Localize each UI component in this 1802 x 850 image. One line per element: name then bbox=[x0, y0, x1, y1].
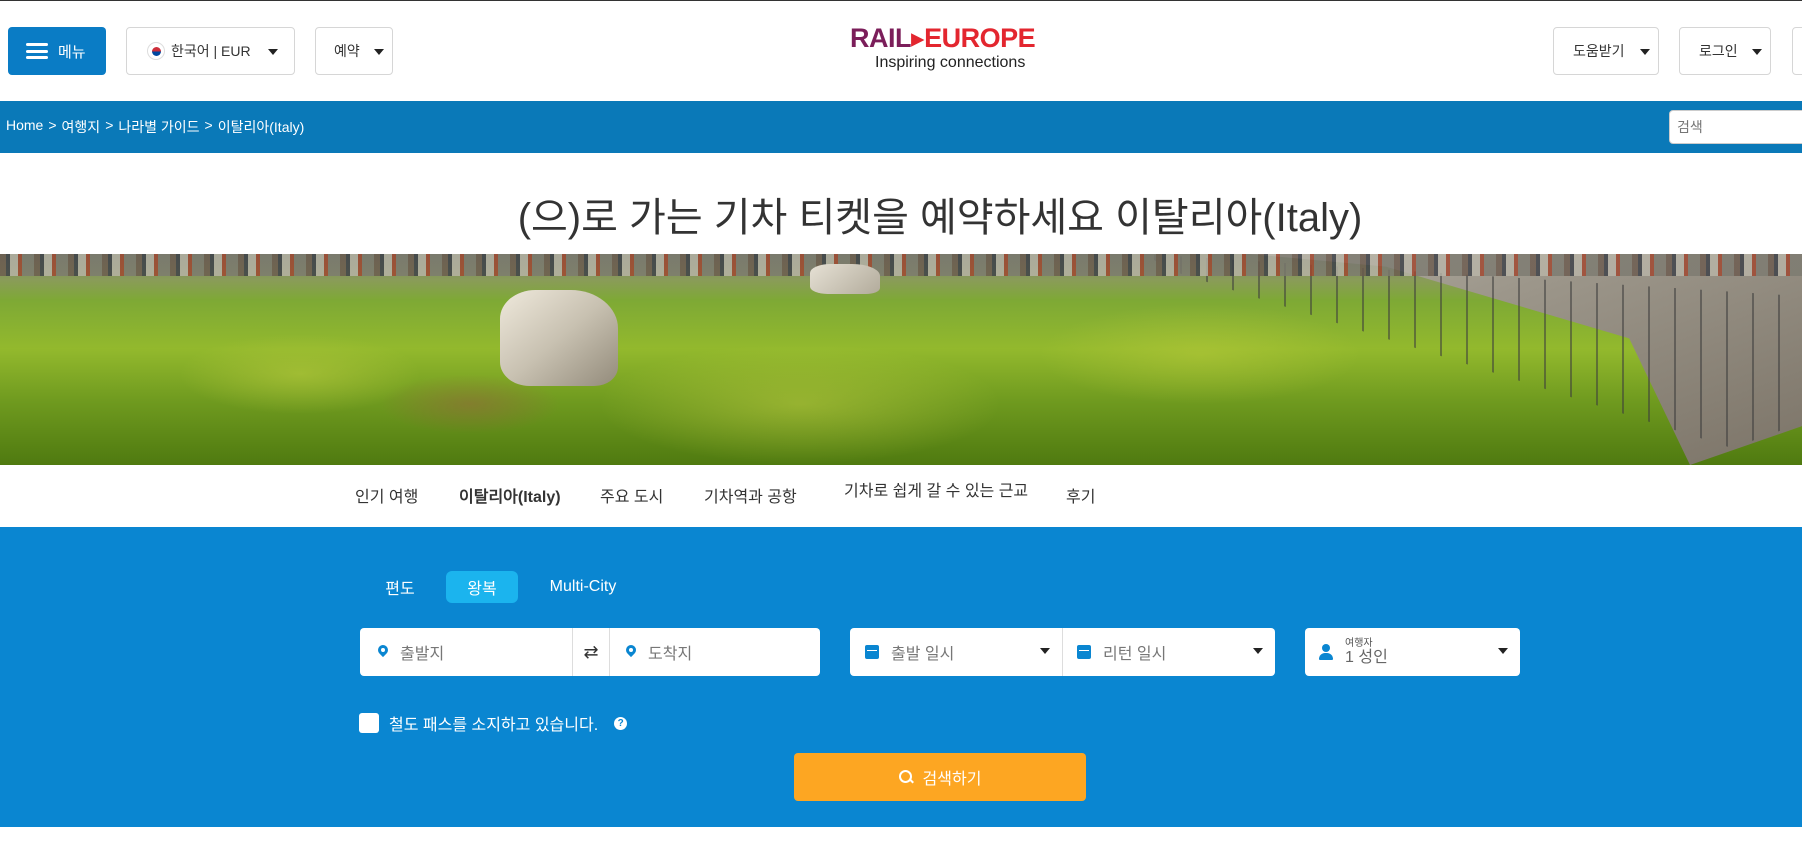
breadcrumb-separator: > bbox=[105, 117, 114, 133]
chevron-down-icon bbox=[1040, 648, 1050, 654]
tab-major-cities[interactable]: 주요 도시 bbox=[600, 483, 663, 507]
tab-popular-trips[interactable]: 인기 여행 bbox=[355, 483, 418, 507]
rail-pass-label: 철도 패스를 소지하고 있습니다. bbox=[389, 717, 599, 734]
origin-field[interactable]: 출발지 bbox=[360, 628, 572, 676]
breadcrumb: Home > 여행지 > 나라별 가이드 > 이탈리아(Italy) bbox=[6, 117, 304, 137]
help-dropdown[interactable]: 도움받기 bbox=[1553, 27, 1659, 75]
site-search-input[interactable] bbox=[1669, 110, 1802, 144]
menu-button[interactable]: 메뉴 bbox=[8, 27, 106, 75]
site-header: 메뉴 한국어 | EUR 예약 RAIL▸EUROPE Inspiring co… bbox=[0, 1, 1802, 101]
calendar-icon bbox=[1077, 645, 1091, 659]
breadcrumb-current: 이탈리아(Italy) bbox=[217, 119, 305, 135]
rail-pass-checkbox[interactable] bbox=[359, 713, 379, 733]
destination-field[interactable]: 도착지 bbox=[610, 628, 820, 676]
help-label: 도움받기 bbox=[1573, 43, 1625, 59]
passengers-value: 1 성인 bbox=[1345, 648, 1388, 666]
swap-arrows-icon: ⇄ bbox=[583, 641, 599, 662]
origin-placeholder: 출발지 bbox=[400, 646, 445, 663]
breadcrumb-separator: > bbox=[204, 117, 213, 133]
search-button-label: 검색하기 bbox=[922, 771, 982, 788]
language-label: 한국어 | EUR bbox=[171, 43, 251, 59]
booking-dropdown[interactable]: 예약 bbox=[315, 27, 393, 75]
breadcrumb-country-guide[interactable]: 나라별 가이드 bbox=[118, 117, 199, 137]
booking-label: 예약 bbox=[334, 43, 360, 59]
login-dropdown[interactable]: 로그인 bbox=[1679, 27, 1771, 75]
calendar-icon bbox=[865, 645, 879, 659]
return-date-field[interactable]: 리턴 일시 bbox=[1063, 628, 1275, 676]
breadcrumb-home[interactable]: Home bbox=[6, 117, 43, 137]
person-icon bbox=[1319, 644, 1333, 660]
swap-stations-button[interactable]: ⇄ bbox=[572, 628, 610, 676]
login-label: 로그인 bbox=[1699, 43, 1738, 59]
destination-placeholder: 도착지 bbox=[648, 646, 693, 663]
chevron-down-icon bbox=[1498, 648, 1508, 654]
chevron-down-icon bbox=[1752, 49, 1762, 55]
chevron-down-icon bbox=[1253, 648, 1263, 654]
logo-tagline: Inspiring connections bbox=[875, 54, 1026, 71]
search-panel: 편도 왕복 Multi-City 출발지 ⇄ 도착지 출발 일시 리턴 일시 여… bbox=[0, 527, 1802, 827]
departure-placeholder: 출발 일시 bbox=[891, 646, 955, 663]
hamburger-icon bbox=[26, 43, 48, 59]
tab-reviews[interactable]: 후기 bbox=[1066, 483, 1095, 507]
language-currency-dropdown[interactable]: 한국어 | EUR bbox=[126, 27, 295, 75]
korea-flag-icon bbox=[147, 42, 165, 60]
hero-image bbox=[0, 254, 1802, 465]
chevron-down-icon bbox=[268, 49, 278, 55]
breadcrumb-bar: Home > 여행지 > 나라별 가이드 > 이탈리아(Italy) bbox=[0, 101, 1802, 153]
trip-type-one-way[interactable]: 편도 bbox=[370, 571, 430, 603]
location-pin-icon bbox=[378, 645, 388, 659]
rail-europe-logo[interactable]: RAIL▸EUROPE Inspiring connections bbox=[850, 23, 1036, 79]
page-title: (으)로 가는 기차 티켓을 예약하세요 이탈리아(Italy) bbox=[517, 196, 1363, 240]
chevron-down-icon bbox=[1640, 49, 1650, 55]
departure-date-field[interactable]: 출발 일시 bbox=[850, 628, 1063, 676]
tab-stations-airports[interactable]: 기차역과 공항 bbox=[704, 483, 797, 507]
section-tabs: 인기 여행 이탈리아(Italy) 주요 도시 기차역과 공항 기차로 쉽게 갈… bbox=[0, 465, 1802, 527]
location-pin-icon bbox=[626, 645, 636, 659]
trip-type-multi-city[interactable]: Multi-City bbox=[538, 571, 628, 603]
trip-type-round-trip[interactable]: 왕복 bbox=[446, 571, 518, 603]
passengers-label: 여행자 bbox=[1345, 637, 1373, 649]
breadcrumb-destinations[interactable]: 여행지 bbox=[62, 117, 101, 137]
logo-wordmark: RAIL▸EUROPE bbox=[850, 23, 1036, 53]
help-icon[interactable]: ? bbox=[614, 716, 628, 730]
tab-day-trips[interactable]: 기차로 쉽게 갈 수 있는 근교 bbox=[844, 483, 1030, 501]
search-icon bbox=[898, 770, 913, 784]
breadcrumb-separator: > bbox=[48, 117, 57, 133]
chevron-down-icon bbox=[374, 49, 384, 55]
tab-country[interactable]: 이탈리아(Italy) bbox=[459, 483, 561, 507]
rail-pass-option: 철도 패스를 소지하고 있습니다. ? bbox=[359, 711, 628, 735]
return-placeholder: 리턴 일시 bbox=[1103, 646, 1167, 663]
passengers-field[interactable]: 여행자 1 성인 bbox=[1305, 628, 1520, 676]
menu-label: 메뉴 bbox=[58, 43, 86, 61]
cart-button[interactable] bbox=[1792, 27, 1802, 75]
search-button[interactable]: 검색하기 bbox=[794, 753, 1086, 801]
